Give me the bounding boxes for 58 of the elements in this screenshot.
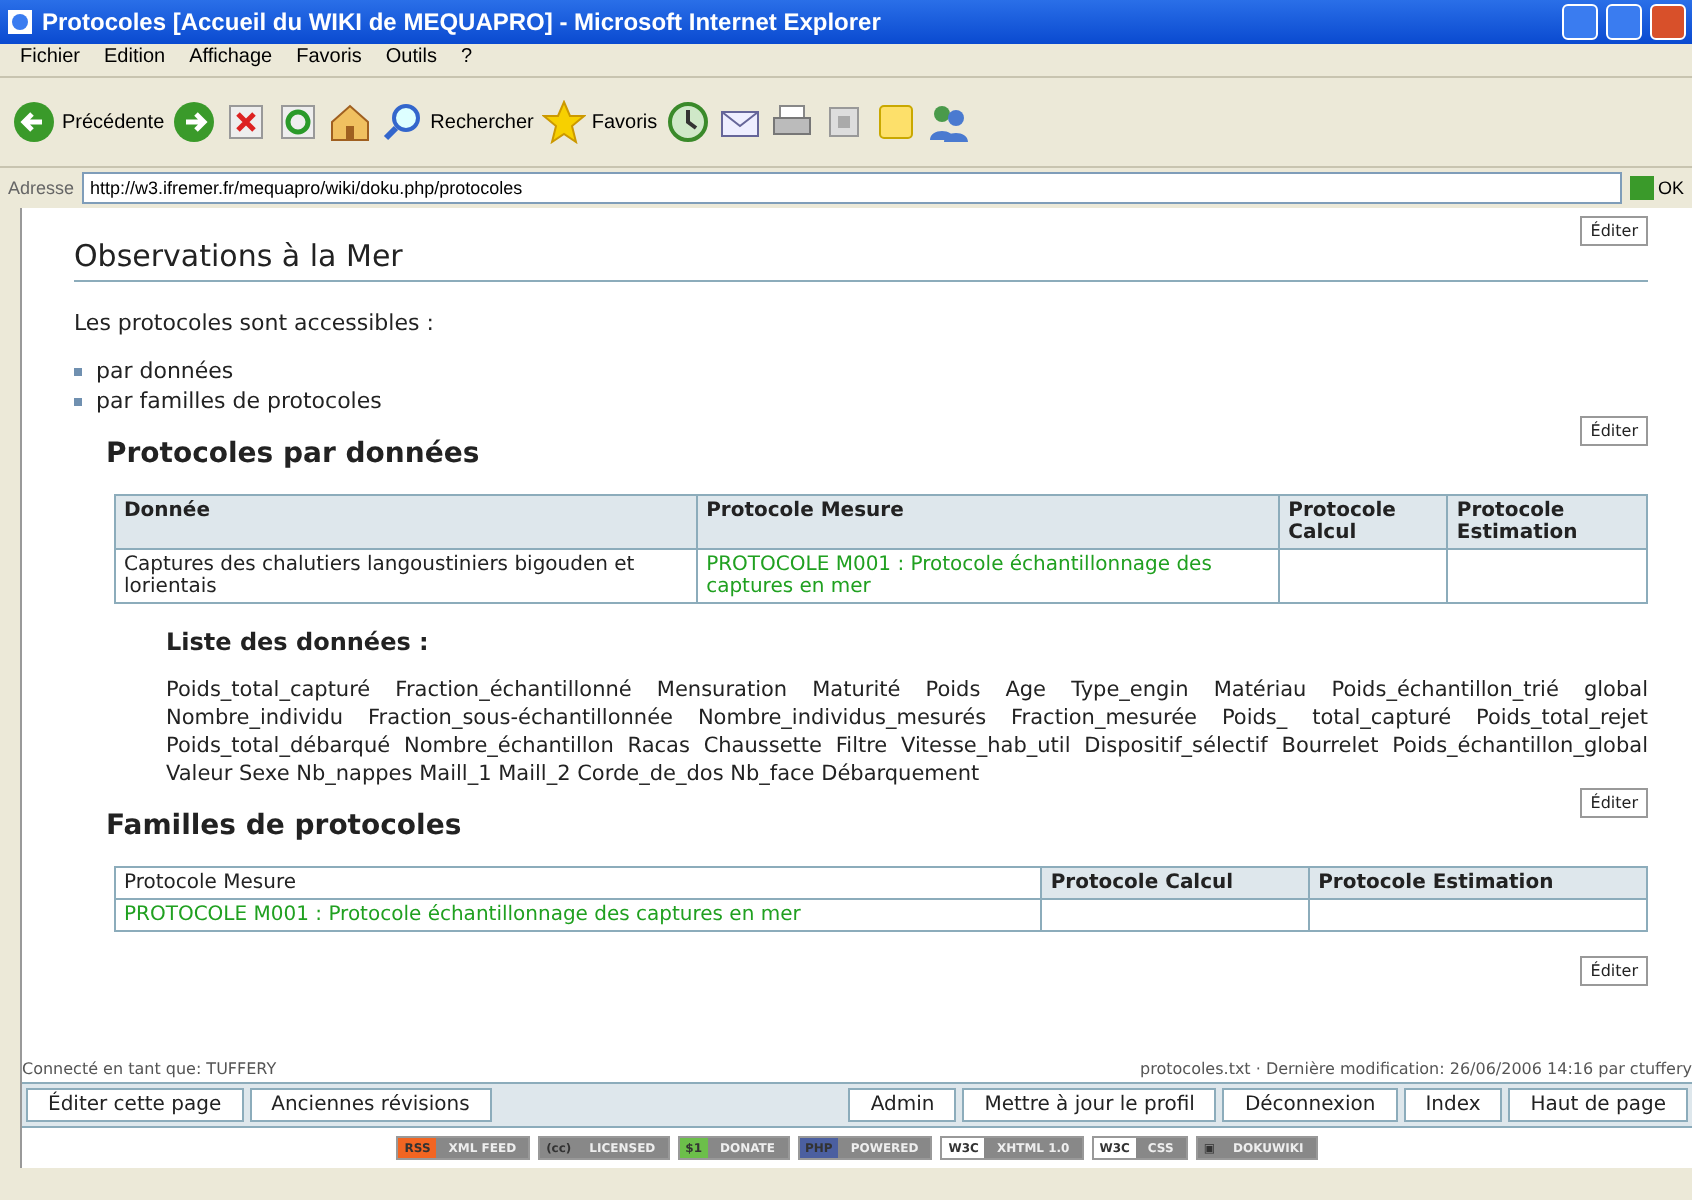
login-status: Connecté en tant que: TUFFERY [22,1060,277,1078]
refresh-icon[interactable] [276,100,321,144]
page-button[interactable]: Déconnexion [1222,1088,1398,1122]
intro-text: Les protocoles sont accessibles : [74,310,436,336]
maximize-button[interactable] [1606,4,1642,40]
page-button[interactable]: Admin [848,1088,957,1122]
home-icon[interactable] [328,100,373,144]
data-list-text: Poids_total_capturé Fraction_échantillonné Mensuration Maturité Poids Age Type_engin Matériau Poids_échantillon_trié global Nombre_individu Fraction_sous-échantillonnée Nombre_individus_mesurés Fraction_mesurée Poids_ total_capturé Poids_total_rejet Poids_total_débarqué Nombre_échantillon Racas Chaussette Filtre Vitesse_hab_util Dispositif_sélectif Bourrelet Poids_échantillon_global Valeur Sexe Nb_nappes Maill_1 Maill_2 Corde_de_dos Nb_face Débarquement [166,676,1648,788]
menu-item[interactable]: Fichier [8,46,93,74]
menu-item[interactable]: Affichage [177,46,285,74]
close-button[interactable] [1650,4,1686,40]
window-title: Protocoles [Accueil du WIKI de MEQUAPRO] - Microsoft Internet Explorer [42,8,883,36]
section-link[interactable]: par familles de protocoles [96,386,382,416]
column-header: Protocole Mesure [697,495,1280,549]
history-icon[interactable] [665,100,710,144]
page-button[interactable]: Mettre à jour le profil [962,1088,1217,1122]
column-header: Protocole Estimation [1309,867,1647,899]
toolbar-label[interactable]: Précédente [62,111,165,133]
address-label: Adresse [8,178,75,198]
page-title: Observations à la Mer [74,238,1648,282]
section-link[interactable]: par données [96,356,234,386]
page-button[interactable]: Index [1403,1088,1503,1122]
edit-button[interactable]: Éditer [1580,216,1648,246]
section-heading: Protocoles par données [106,438,482,470]
bullet-icon [74,397,82,405]
page-button[interactable]: Éditer cette page [26,1088,244,1122]
menu-item[interactable]: ? [448,46,485,74]
column-header: Protocole Calcul [1041,867,1310,899]
search-icon[interactable] [380,100,425,144]
stop-icon[interactable] [224,100,269,144]
column-header: Protocole Calcul [1279,495,1448,549]
page-button[interactable]: Haut de page [1508,1088,1688,1122]
go-button[interactable]: OK [1657,178,1684,198]
column-header: Protocole Estimation [1447,495,1647,549]
edit-button[interactable]: Éditer [1580,788,1648,818]
bullet-icon [74,367,82,375]
forward-icon[interactable] [172,100,217,144]
toolbar-label[interactable]: Rechercher [430,111,534,133]
go-icon[interactable] [1629,176,1654,200]
minimize-button[interactable] [1562,4,1598,40]
list-heading: Liste des données : [166,628,431,656]
back-icon[interactable] [12,100,56,144]
menu-item[interactable]: Outils [373,46,449,74]
menu-item[interactable]: Edition [92,46,178,74]
column-header: Donnée [115,495,698,549]
messenger-icon[interactable] [925,100,970,144]
browser-icon [6,8,34,36]
page-button[interactable]: Anciennes révisions [249,1088,492,1122]
toolbar-label[interactable]: Favoris [591,111,658,133]
edit-button[interactable]: Éditer [1580,956,1648,986]
favorites-icon[interactable] [541,100,586,144]
modification-info: protocoles.txt · Dernière modification: 26/06/2006 14:16 par ctuffery [1140,1060,1692,1078]
edit-button[interactable]: Éditer [1580,416,1648,446]
address-field[interactable]: http://w3.ifremer.fr/mequapro/wiki/doku.php/protocoles [82,172,1622,204]
column-header: Protocole Mesure [115,867,1042,899]
section-heading: Familles de protocoles [106,810,464,842]
table-cell: Captures des chalutiers langoustiniers bigouden et lorientais [115,549,698,603]
menu-item[interactable]: Favoris [284,46,374,74]
